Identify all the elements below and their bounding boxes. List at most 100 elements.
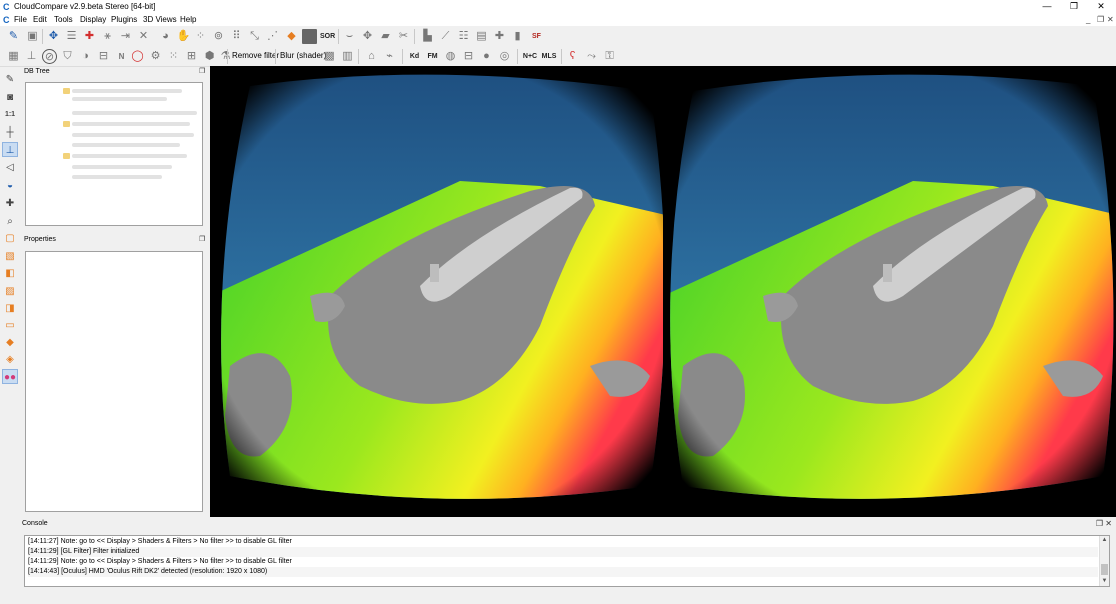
clapper-icon[interactable]: ▦ bbox=[6, 49, 21, 64]
iso-view-2-icon[interactable]: ◈ bbox=[2, 352, 18, 367]
back-view-icon[interactable]: ▨ bbox=[2, 284, 18, 299]
console-close-icon[interactable]: ✕ bbox=[1105, 519, 1112, 528]
world-icon[interactable]: ◎ bbox=[497, 49, 512, 64]
3d-view-stereo[interactable] bbox=[210, 66, 1116, 517]
menu-display[interactable]: Display bbox=[80, 15, 106, 24]
plane-icon[interactable]: ▰ bbox=[378, 29, 393, 44]
scalar-field-icon[interactable]: SF bbox=[529, 29, 544, 44]
point-picking-icon[interactable]: ✚ bbox=[82, 29, 97, 44]
menu-file[interactable]: File bbox=[14, 15, 27, 24]
stereo-mode-icon[interactable]: ●● bbox=[2, 369, 18, 384]
scroll-up-arrow-icon[interactable]: ▲ bbox=[1100, 536, 1109, 545]
pencil-icon[interactable]: ✎ bbox=[2, 72, 18, 87]
curve-icon[interactable]: ⌣ bbox=[342, 29, 357, 44]
db-tree-float-icon[interactable]: ❐ bbox=[199, 67, 205, 75]
noise-icon[interactable]: ⁙ bbox=[166, 49, 181, 64]
grid-icon[interactable]: ⊟ bbox=[461, 49, 476, 64]
pan-icon[interactable]: ✚ bbox=[2, 196, 18, 211]
merge-icon[interactable]: ⇥ bbox=[118, 29, 133, 44]
console-panel[interactable]: [14:11:27] Note: go to << Display > Shad… bbox=[24, 535, 1110, 587]
rotate-icon[interactable]: ◁ bbox=[2, 160, 18, 175]
subsample-icon[interactable]: ⊚ bbox=[211, 29, 226, 44]
delete-icon[interactable]: ✕ bbox=[136, 29, 151, 44]
save-icon[interactable]: ▣ bbox=[25, 29, 40, 44]
auto-pick-rotation-center-icon[interactable]: ⊥ bbox=[2, 142, 18, 157]
front-view-icon[interactable]: ▢ bbox=[2, 231, 18, 246]
hexagon-icon[interactable]: ⬢ bbox=[202, 49, 217, 64]
scroll-thumb[interactable] bbox=[1101, 564, 1108, 575]
console-float-icon[interactable]: ❐ bbox=[1096, 519, 1103, 528]
fast-marching-button[interactable]: FM bbox=[425, 49, 440, 64]
center-icon[interactable]: ┼ bbox=[2, 125, 18, 140]
compass-icon[interactable]: ⤳ bbox=[584, 49, 599, 64]
delete-sf-icon[interactable]: ▮ bbox=[510, 29, 525, 44]
perspective-icon[interactable]: ⊘ bbox=[42, 49, 57, 64]
canupo-icon[interactable]: ⌂ bbox=[364, 49, 379, 64]
cross-section-icon[interactable]: ✂ bbox=[396, 29, 411, 44]
layers-icon[interactable]: ◍ bbox=[443, 49, 458, 64]
segment-icon[interactable]: ⚹ bbox=[100, 29, 115, 44]
menu-edit[interactable]: Edit bbox=[33, 15, 47, 24]
qsra-icon[interactable]: ⌁ bbox=[382, 49, 397, 64]
histogram-icon[interactable]: ▙ bbox=[420, 29, 435, 44]
open-icon[interactable]: ✎ bbox=[6, 29, 21, 44]
mdi-restore-button[interactable]: ❐ bbox=[1097, 15, 1104, 24]
menu-3d-views[interactable]: 3D Views bbox=[143, 15, 177, 24]
minimize-button[interactable]: — bbox=[1037, 1, 1057, 11]
menu-tools[interactable]: Tools bbox=[54, 15, 73, 24]
mdi-close-button[interactable]: ✕ bbox=[1107, 15, 1114, 24]
ssao-icon[interactable]: ▩ bbox=[322, 49, 337, 64]
camera-icon[interactable]: ◙ bbox=[2, 90, 18, 105]
kd-tree-button[interactable]: Kd bbox=[407, 49, 422, 64]
left-eye-view[interactable] bbox=[210, 66, 663, 517]
bubble-icon[interactable]: ◒ bbox=[2, 178, 18, 193]
shield-icon[interactable]: ⛉ bbox=[60, 49, 75, 64]
remove-filter-button[interactable]: Remove filter bbox=[232, 51, 279, 60]
normals-icon[interactable]: ◕ bbox=[158, 29, 173, 44]
lock-icon[interactable]: ⊟ bbox=[96, 49, 111, 64]
octree-icon[interactable]: ✋ bbox=[176, 29, 191, 44]
move-icon[interactable]: ✥ bbox=[360, 29, 375, 44]
properties-float-icon[interactable]: ❐ bbox=[199, 235, 205, 243]
sf-export-icon[interactable]: ▤ bbox=[474, 29, 489, 44]
ellipse-icon[interactable]: ◯ bbox=[130, 49, 145, 64]
pixel-one-to-one-button[interactable]: 1:1 bbox=[2, 107, 18, 122]
blur-shader-button[interactable]: Blur (shader) bbox=[280, 51, 326, 60]
zoom-icon[interactable]: ⌕ bbox=[2, 214, 18, 229]
brush-icon[interactable]: ⚗ bbox=[218, 49, 233, 64]
top-view-icon[interactable]: ▧ bbox=[2, 249, 18, 264]
eye-dropper-icon[interactable]: ⊥ bbox=[24, 49, 39, 64]
chart-icon[interactable]: ⟋ bbox=[438, 29, 453, 44]
left-view-icon[interactable]: ◧ bbox=[2, 266, 18, 281]
resample-icon[interactable]: ⠿ bbox=[229, 29, 244, 44]
sphere-icon[interactable]: ◑ bbox=[78, 49, 93, 64]
close-button[interactable]: ✕ bbox=[1091, 1, 1111, 12]
sample-icon[interactable]: ⁘ bbox=[193, 29, 208, 44]
s-curve-icon[interactable]: ʕ bbox=[565, 49, 580, 64]
gear-cloud-icon[interactable]: ⚙ bbox=[148, 49, 163, 64]
north-icon[interactable]: N bbox=[114, 49, 129, 64]
mdi-minimize-button[interactable]: _ bbox=[1086, 15, 1090, 24]
bottom-view-icon[interactable]: ▭ bbox=[2, 318, 18, 333]
mesh-icon[interactable]: ◆ bbox=[284, 29, 299, 44]
align-icon[interactable]: ⤡ bbox=[247, 29, 262, 44]
iso-view-1-icon[interactable]: ◆ bbox=[2, 335, 18, 350]
normals-curvature-button[interactable]: N+C bbox=[521, 49, 539, 64]
menu-plugins[interactable]: Plugins bbox=[111, 15, 137, 24]
translate-rotate-icon[interactable]: ✥ bbox=[46, 29, 61, 44]
db-tree-panel[interactable] bbox=[25, 82, 203, 226]
console-scrollbar[interactable]: ▲ ▼ bbox=[1099, 536, 1109, 586]
right-eye-view[interactable] bbox=[663, 66, 1116, 517]
register-icon[interactable]: ⋰ bbox=[265, 29, 280, 44]
sor-filter-icon[interactable]: SOR bbox=[320, 29, 335, 44]
filter-icon[interactable]: ⊞ bbox=[184, 49, 199, 64]
scroll-down-arrow-icon[interactable]: ▼ bbox=[1100, 577, 1109, 586]
add-sf-icon[interactable]: ✚ bbox=[492, 29, 507, 44]
restore-button[interactable]: ❐ bbox=[1064, 1, 1084, 12]
list-icon[interactable]: ☰ bbox=[64, 29, 79, 44]
globe-icon[interactable]: ● bbox=[479, 49, 494, 64]
right-view-icon[interactable]: ◨ bbox=[2, 301, 18, 316]
animation-icon[interactable]: ⚿ bbox=[602, 49, 617, 64]
menu-help[interactable]: Help bbox=[180, 15, 196, 24]
sf-list-icon[interactable]: ☷ bbox=[456, 29, 471, 44]
